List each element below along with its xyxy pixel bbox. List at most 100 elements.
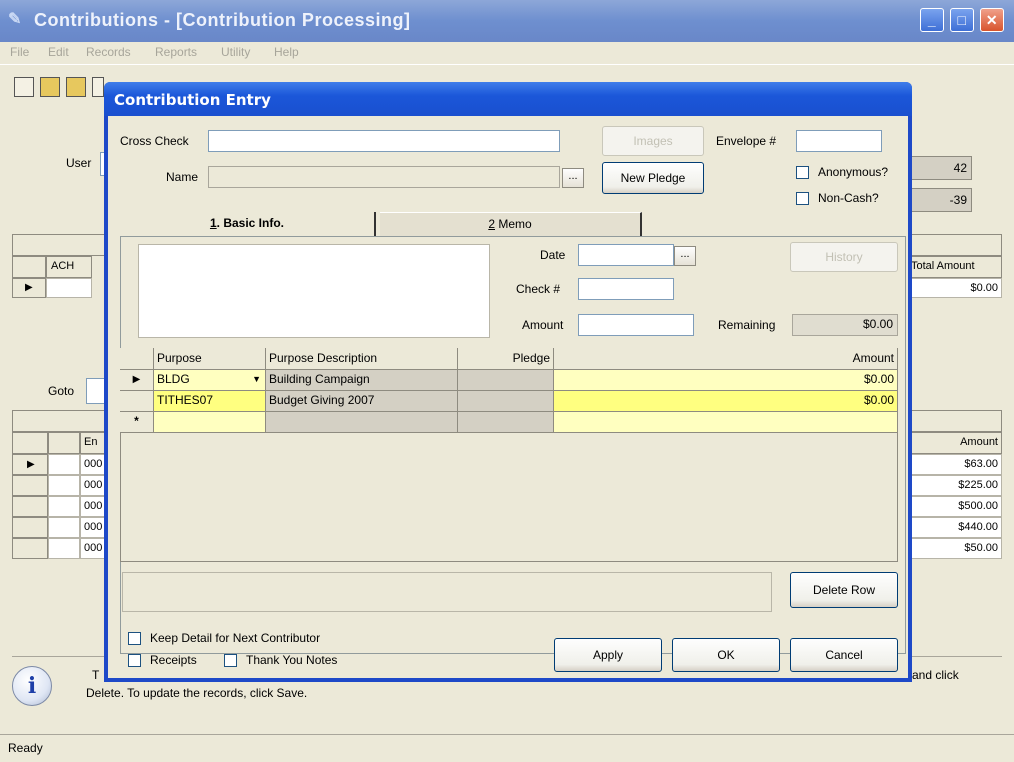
goto-field[interactable]: [86, 378, 106, 404]
top-grid-cell-ach[interactable]: [46, 278, 92, 298]
dialog-title-bar: Contribution Entry: [104, 82, 912, 116]
open-folder-icon[interactable]: [40, 77, 60, 97]
cancel-button[interactable]: Cancel: [790, 638, 898, 672]
new-icon[interactable]: [14, 77, 34, 97]
thank-you-notes-checkbox[interactable]: [224, 654, 237, 667]
menu-help[interactable]: Help: [274, 45, 299, 59]
new-pledge-button[interactable]: New Pledge: [602, 162, 704, 194]
contributor-info-box: [138, 244, 490, 338]
status-bar: Ready: [0, 734, 1014, 762]
dialog-title: Contribution Entry: [114, 91, 271, 109]
noncash-label: Non-Cash?: [818, 191, 879, 205]
keep-detail-label: Keep Detail for Next Contributor: [150, 631, 321, 645]
table-cell-amount[interactable]: $63.00: [908, 454, 1002, 475]
receipts-label: Receipts: [150, 653, 197, 667]
table-cell-amount[interactable]: [554, 412, 898, 433]
table-cell-amount[interactable]: $0.00: [554, 370, 898, 391]
images-button[interactable]: Images: [602, 126, 704, 156]
message-area: [122, 572, 772, 612]
folder-icon[interactable]: [66, 77, 86, 97]
ok-button[interactable]: OK: [672, 638, 780, 672]
anonymous-label: Anonymous?: [818, 165, 889, 179]
receipts-checkbox[interactable]: [128, 654, 141, 667]
dropdown-arrow-icon[interactable]: ▼: [252, 370, 261, 389]
tab-number: 1: [209, 216, 217, 230]
grid-header-pledge: Pledge: [458, 348, 554, 370]
difference-value: -39: [908, 188, 972, 212]
purpose-value: BLDG: [157, 372, 190, 386]
bottom-grid-corner: [12, 432, 48, 454]
hint-line1-start: T: [92, 668, 100, 682]
date-picker-button[interactable]: ...: [674, 246, 696, 266]
cross-check-input[interactable]: [208, 130, 560, 152]
grid-header-description: Purpose Description: [266, 348, 458, 370]
menu-file[interactable]: File: [10, 45, 29, 59]
table-cell-amount[interactable]: $500.00: [908, 496, 1002, 517]
tab-number: 2: [488, 217, 495, 231]
check-number-label: Check #: [516, 282, 561, 296]
table-cell-description: [266, 412, 458, 433]
menu-edit[interactable]: Edit: [48, 45, 69, 59]
bottom-grid-header-blank: [48, 432, 80, 454]
top-grid-row-selector[interactable]: ▶: [12, 278, 46, 298]
table-cell-pledge: [458, 412, 554, 433]
remaining-label: Remaining: [718, 318, 776, 332]
top-grid-cell-total: $0.00: [908, 278, 1002, 298]
envelope-input[interactable]: [796, 130, 882, 152]
name-field: [208, 166, 560, 188]
maximize-button[interactable]: □: [950, 8, 974, 32]
table-cell[interactable]: [48, 454, 80, 475]
table-cell[interactable]: [48, 475, 80, 496]
menu-records[interactable]: Records: [86, 45, 131, 59]
table-cell[interactable]: [48, 538, 80, 559]
close-button[interactable]: ✕: [980, 8, 1004, 32]
grid-row-selector[interactable]: [120, 391, 154, 412]
table-cell[interactable]: [48, 496, 80, 517]
thank-you-notes-label: Thank You Notes: [246, 653, 338, 667]
history-button[interactable]: History: [790, 242, 898, 272]
menu-reports[interactable]: Reports: [155, 45, 197, 59]
amount-input[interactable]: [578, 314, 694, 336]
noncash-checkbox[interactable]: [796, 192, 809, 205]
anonymous-checkbox[interactable]: [796, 166, 809, 179]
bottom-grid-row-selector[interactable]: [12, 517, 48, 538]
name-lookup-button[interactable]: ...: [562, 168, 584, 188]
date-input[interactable]: [578, 244, 674, 266]
bottom-grid-row-selector[interactable]: [12, 538, 48, 559]
table-cell-amount[interactable]: $440.00: [908, 517, 1002, 538]
menu-utility[interactable]: Utility: [221, 45, 250, 59]
delete-row-button[interactable]: Delete Row: [790, 572, 898, 608]
table-cell-purpose[interactable]: [154, 412, 266, 433]
top-grid-header-ach: ACH: [46, 256, 92, 278]
menu-bar: File Edit Records Reports Utility Help: [0, 42, 1014, 64]
name-label: Name: [166, 170, 199, 184]
check-number-input[interactable]: [578, 278, 674, 300]
table-cell[interactable]: [48, 517, 80, 538]
grid-row-selector[interactable]: ▶: [120, 370, 154, 391]
table-cell-purpose[interactable]: BLDG ▼: [154, 370, 266, 391]
bottom-grid-row-selector[interactable]: ▶: [12, 454, 48, 475]
window-title: Contributions - [Contribution Processing…: [34, 10, 411, 30]
amount-label: Amount: [522, 318, 564, 332]
table-cell-amount[interactable]: $50.00: [908, 538, 1002, 559]
bottom-grid-row-selector[interactable]: [12, 475, 48, 496]
hint-line2: Delete. To update the records, click Sav…: [86, 686, 308, 700]
tab-basic-info[interactable]: 1. Basic Info.: [120, 212, 376, 236]
envelope-label: Envelope #: [716, 134, 777, 148]
keep-detail-checkbox[interactable]: [128, 632, 141, 645]
save-icon[interactable]: [92, 77, 104, 97]
grid-new-row-marker[interactable]: *: [120, 412, 154, 433]
remaining-value: $0.00: [792, 314, 898, 336]
date-label: Date: [540, 248, 566, 262]
apply-button[interactable]: Apply: [554, 638, 662, 672]
table-cell-amount[interactable]: $0.00: [554, 391, 898, 412]
minimize-button[interactable]: _: [920, 8, 944, 32]
tab-memo[interactable]: 2 Memo: [380, 212, 642, 236]
grid-header-purpose: Purpose: [154, 348, 266, 370]
tab-label: Basic Info.: [223, 216, 285, 230]
table-cell-purpose[interactable]: TITHES07: [154, 391, 266, 412]
grid-corner: [120, 348, 154, 370]
table-cell-description: Budget Giving 2007: [266, 391, 458, 412]
bottom-grid-row-selector[interactable]: [12, 496, 48, 517]
table-cell-amount[interactable]: $225.00: [908, 475, 1002, 496]
